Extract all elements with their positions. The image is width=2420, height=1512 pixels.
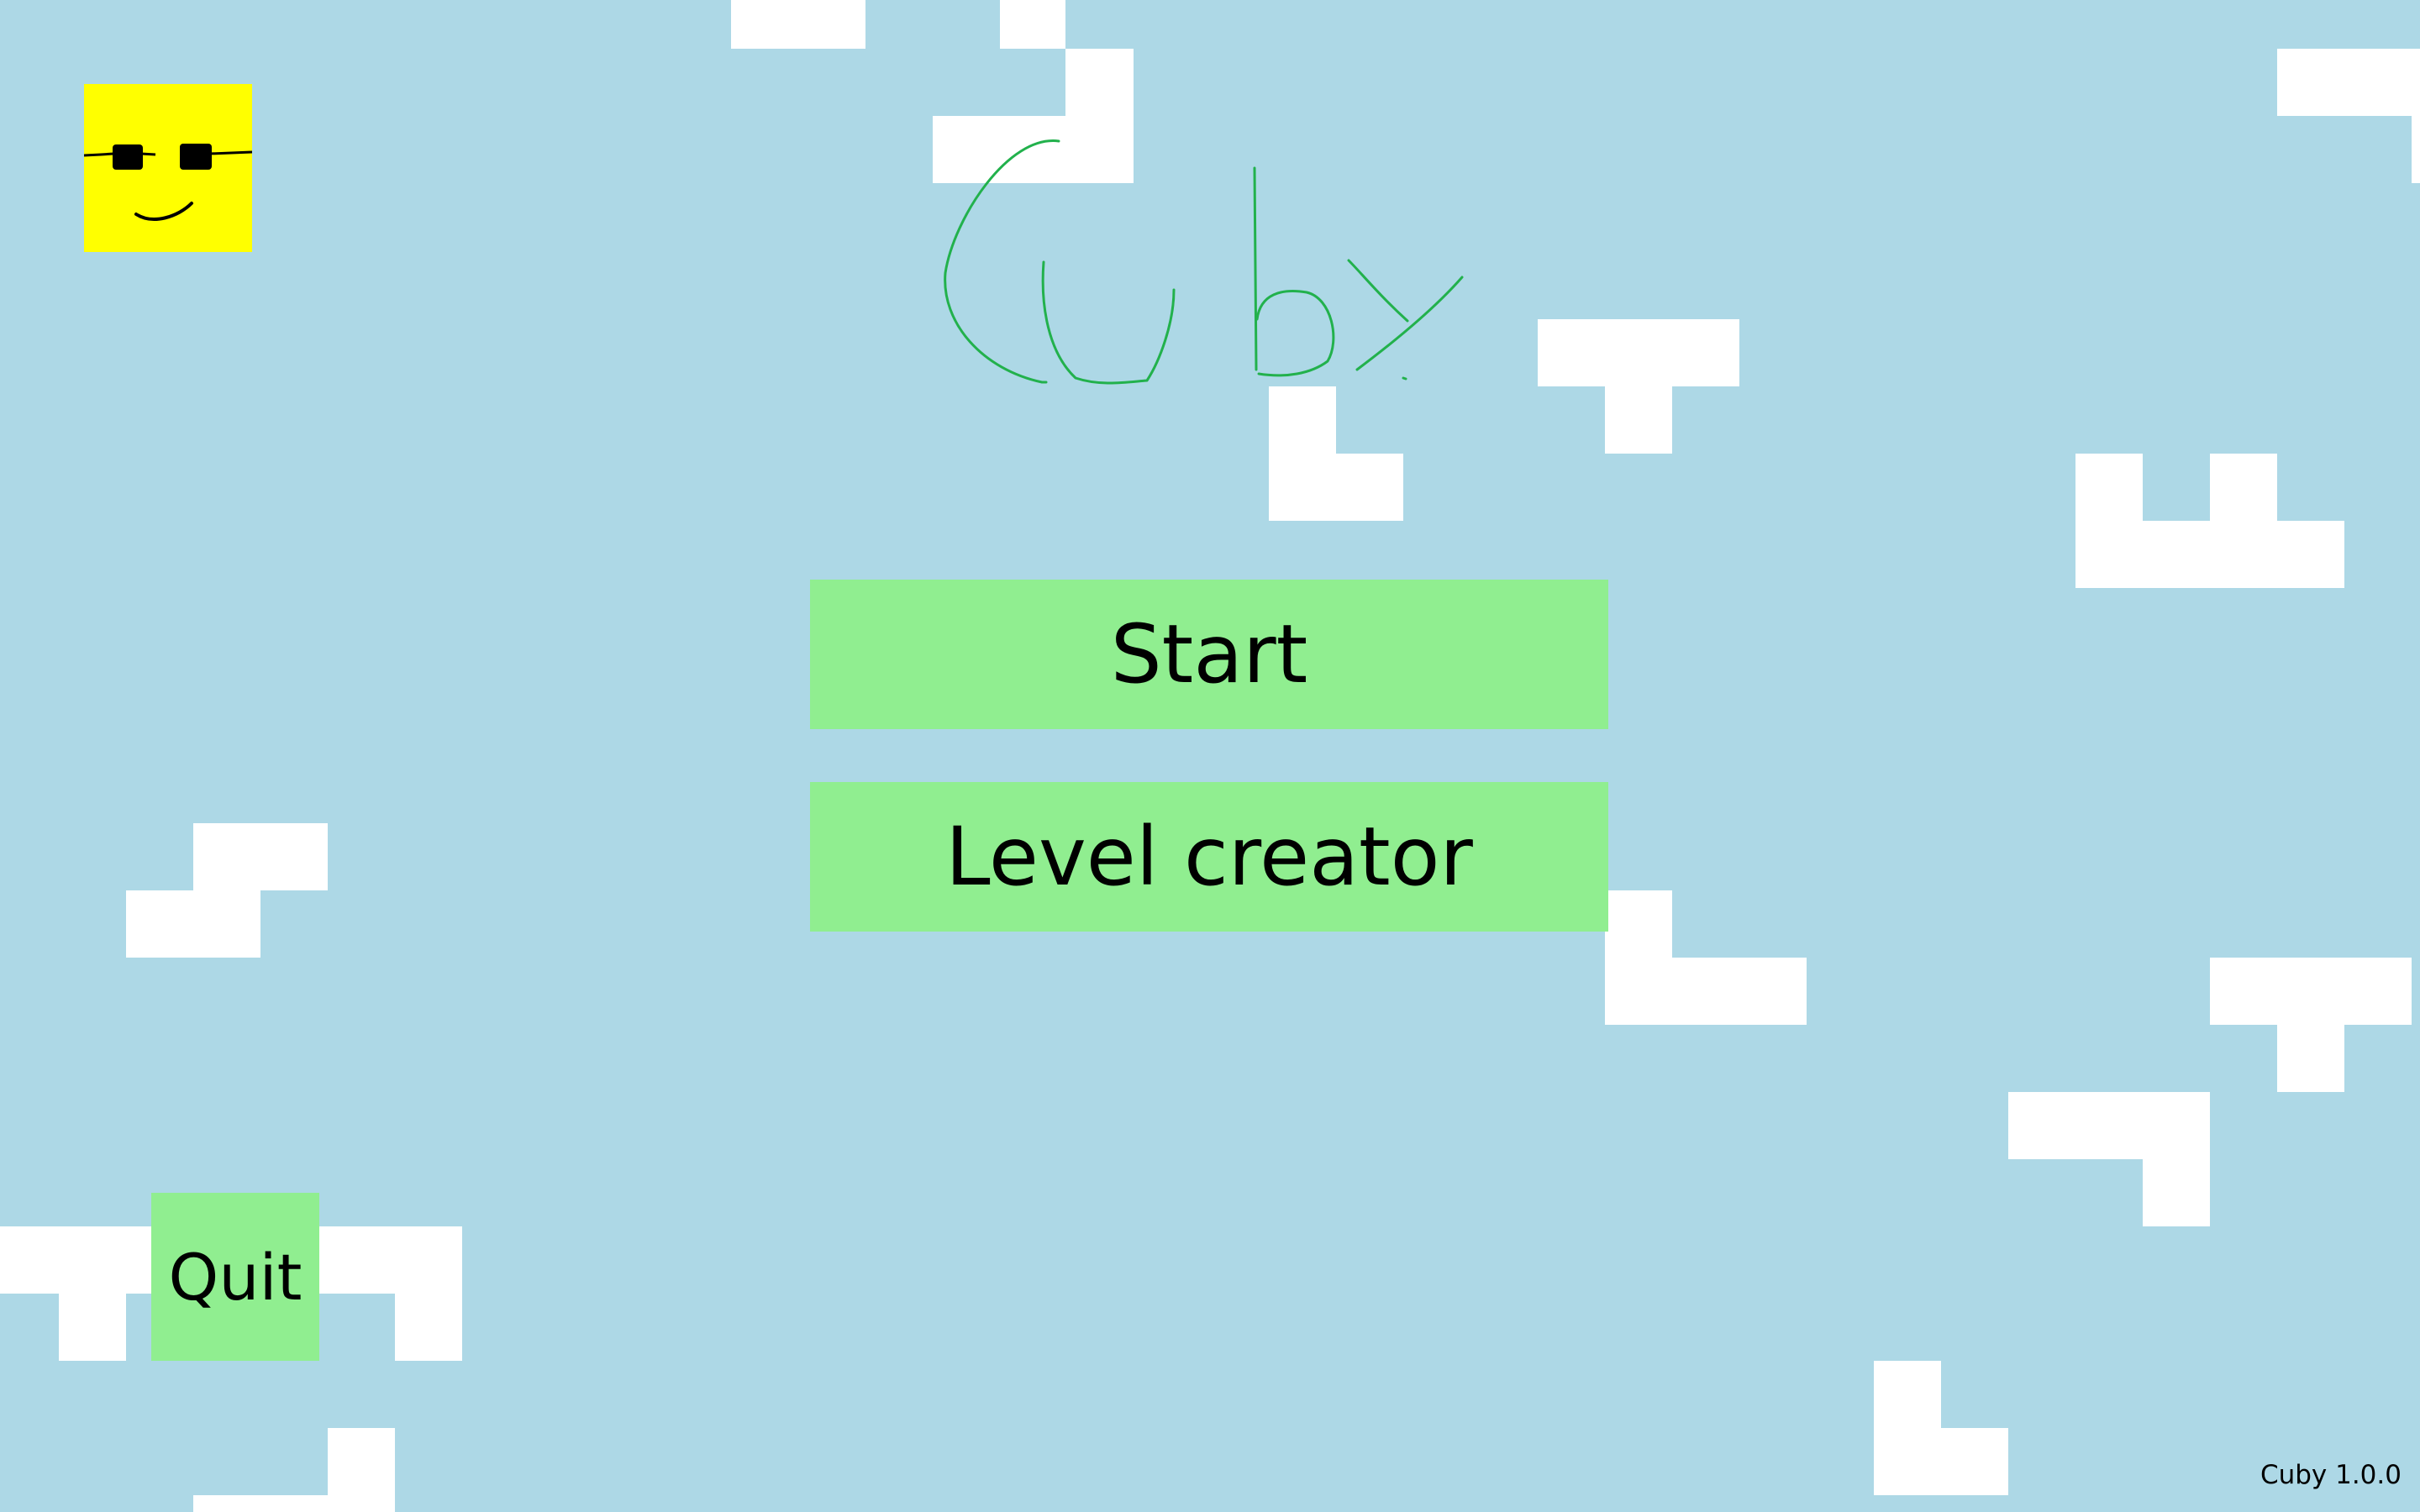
background-block	[1000, 0, 1065, 49]
start-button[interactable]: Start	[810, 580, 1608, 729]
background-block	[1605, 958, 1807, 1025]
background-block	[731, 0, 865, 49]
background-block	[2075, 454, 2143, 588]
background-block	[1605, 890, 1672, 958]
background-block	[1941, 1428, 2008, 1495]
quit-button[interactable]: Quit	[151, 1193, 319, 1361]
background-block	[2210, 958, 2412, 1025]
background-block	[2412, 116, 2420, 183]
background-block	[0, 1226, 151, 1294]
background-block	[1336, 454, 1403, 521]
background-block	[328, 1428, 395, 1512]
game-logo	[944, 139, 1464, 385]
background-block	[2143, 521, 2210, 588]
quit-button-label: Quit	[168, 1239, 302, 1315]
background-block	[2210, 454, 2277, 588]
background-block	[2277, 521, 2344, 588]
background-block	[1269, 386, 1336, 521]
background-block	[2277, 1025, 2344, 1092]
background-block	[2277, 49, 2420, 116]
game-screen: Start Level creator Quit Cuby 1.0.0	[0, 0, 2420, 1512]
start-button-label: Start	[1110, 607, 1308, 701]
background-block	[126, 890, 260, 958]
level-creator-button-label: Level creator	[945, 810, 1473, 904]
background-block	[395, 1294, 462, 1361]
background-block	[319, 1226, 462, 1294]
background-block	[1538, 319, 1739, 386]
level-creator-button[interactable]: Level creator	[810, 782, 1608, 932]
background-block	[2143, 1159, 2210, 1226]
sunglasses-cube-face-icon	[84, 84, 252, 252]
background-block	[2008, 1092, 2210, 1159]
background-block	[193, 1495, 328, 1512]
version-label: Cuby 1.0.0	[2260, 1460, 2402, 1490]
background-block	[59, 1294, 126, 1361]
background-block	[1874, 1361, 1941, 1495]
background-block	[193, 823, 328, 890]
background-block	[1605, 386, 1672, 454]
